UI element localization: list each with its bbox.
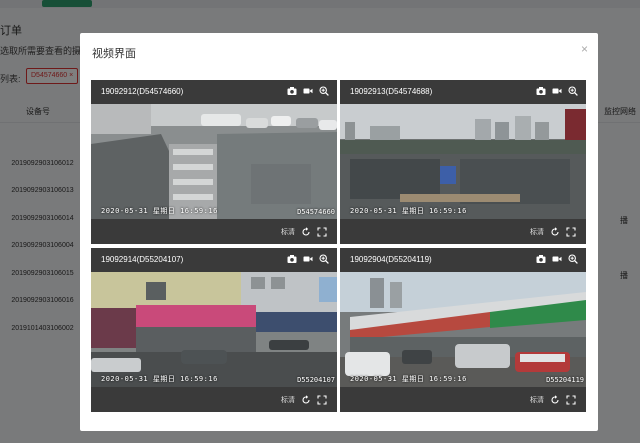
video-record-icon[interactable] — [552, 86, 562, 96]
video-record-icon[interactable] — [303, 86, 313, 96]
video-camera-id: D55204119 — [546, 376, 584, 384]
camera-icon[interactable] — [536, 254, 546, 264]
video-feed-street-shop[interactable]: 2020-05-31 星期日 16:59:16 D55204107 — [91, 272, 337, 387]
video-camera-id: D54574660 — [297, 208, 335, 216]
video-record-icon[interactable] — [552, 254, 562, 264]
market-street-scene — [340, 272, 586, 387]
video-panel-4: 19092904(D55204119) 2020-05-31 星期日 16:59… — [340, 248, 586, 412]
video-timestamp: 2020-05-31 星期日 16:59:16 — [350, 375, 467, 383]
panel-footer: 标清 — [340, 219, 586, 244]
video-panel-1: 19092912(D54574660) 2020-05-31 星期日 16:59… — [91, 80, 337, 244]
video-camera-id: D55204107 — [297, 376, 335, 384]
camera-icon[interactable] — [536, 86, 546, 96]
zoom-in-icon[interactable] — [319, 254, 329, 264]
refresh-icon[interactable] — [301, 395, 311, 405]
panel-footer: 标清 — [91, 387, 337, 412]
parking-lot-scene — [91, 104, 337, 219]
video-feed-construction-site[interactable]: 2020-05-31 星期日 16:59:16 — [340, 104, 586, 219]
panel-title: 19092904(D55204119) — [350, 255, 432, 264]
video-timestamp: 2020-05-31 星期日 16:59:16 — [350, 207, 467, 215]
quality-toggle[interactable]: 标清 — [530, 227, 544, 237]
quality-toggle[interactable]: 标清 — [281, 395, 295, 405]
panel-title: 19092913(D54574688) — [350, 87, 433, 96]
camera-icon[interactable] — [287, 254, 297, 264]
fullscreen-icon[interactable] — [317, 227, 327, 237]
panel-footer: 标清 — [91, 219, 337, 244]
panel-header: 19092914(D55204107) — [91, 248, 337, 272]
video-modal: 视频界面 × 19092912(D54574660) 2020-05-31 星期… — [80, 33, 598, 431]
panel-title: 19092914(D55204107) — [101, 255, 184, 264]
panel-header: 19092913(D54574688) — [340, 80, 586, 104]
fullscreen-icon[interactable] — [317, 395, 327, 405]
video-feed-parking-lot[interactable]: 2020-05-31 星期日 16:59:16 D54574660 — [91, 104, 337, 219]
video-feed-market-street[interactable]: 2020-05-31 星期日 16:59:16 D55204119 — [340, 272, 586, 387]
panel-header: 19092912(D54574660) — [91, 80, 337, 104]
panel-title: 19092912(D54574660) — [101, 87, 184, 96]
video-panel-3: 19092914(D55204107) 2020-05-31 星期日 16:59… — [91, 248, 337, 412]
video-timestamp: 2020-05-31 星期日 16:59:16 — [101, 375, 218, 383]
video-timestamp: 2020-05-31 星期日 16:59:16 — [101, 207, 218, 215]
zoom-in-icon[interactable] — [568, 86, 578, 96]
zoom-in-icon[interactable] — [319, 86, 329, 96]
camera-icon[interactable] — [287, 86, 297, 96]
video-record-icon[interactable] — [303, 254, 313, 264]
panel-header: 19092904(D55204119) — [340, 248, 586, 272]
construction-scene — [340, 104, 586, 219]
street-shop-scene — [91, 272, 337, 387]
quality-toggle[interactable]: 标清 — [530, 395, 544, 405]
fullscreen-icon[interactable] — [566, 227, 576, 237]
quality-toggle[interactable]: 标清 — [281, 227, 295, 237]
refresh-icon[interactable] — [550, 395, 560, 405]
fullscreen-icon[interactable] — [566, 395, 576, 405]
video-panel-2: 19092913(D54574688) 2020-05-31 星期日 16:59… — [340, 80, 586, 244]
close-icon[interactable]: × — [581, 42, 588, 56]
modal-title: 视频界面 — [92, 48, 136, 60]
zoom-in-icon[interactable] — [568, 254, 578, 264]
refresh-icon[interactable] — [301, 227, 311, 237]
panel-footer: 标清 — [340, 387, 586, 412]
refresh-icon[interactable] — [550, 227, 560, 237]
